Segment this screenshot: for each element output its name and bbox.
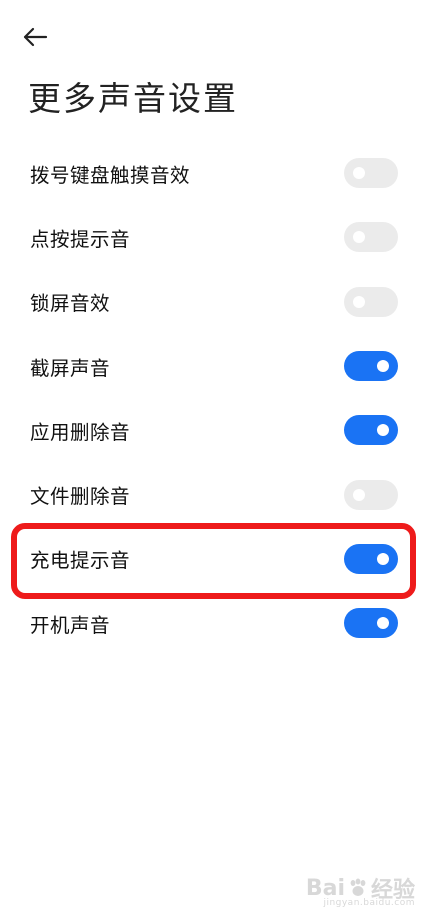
toggle-switch[interactable] [344,158,398,189]
setting-label: 充电提示音 [30,549,131,573]
setting-row-screenshot-sound[interactable]: 截屏声音 [0,334,427,398]
toggle-knob [353,488,365,501]
setting-label: 文件删除音 [30,485,131,509]
toggle-switch[interactable] [344,222,398,253]
watermark-brand: Bai [305,875,345,901]
toggle-knob [353,295,365,308]
watermark-url: jingyan.baidu.com [323,898,415,908]
setting-row-charging-sound[interactable]: 充电提示音 [0,527,427,591]
setting-label: 拨号键盘触摸音效 [30,163,191,187]
setting-label: 开机声音 [30,613,111,637]
setting-row-app-delete-sound[interactable]: 应用删除音 [0,398,427,462]
setting-row-dialpad-touch-sound[interactable]: 拨号键盘触摸音效 [0,141,427,205]
toggle-switch[interactable] [344,479,398,510]
settings-list: 拨号键盘触摸音效 点按提示音 锁屏音效 截屏声音 应用删除音 文件删除音 充电提… [0,141,427,655]
toggle-knob [377,617,389,630]
setting-label: 锁屏音效 [30,292,111,316]
toggle-knob [377,552,389,565]
toggle-knob [353,231,365,244]
arrow-left-icon [23,27,48,47]
toggle-knob [377,360,389,373]
watermark: Bai 经验 jingyan.baidu.com [305,872,415,909]
toggle-switch[interactable] [344,608,398,639]
toggle-switch[interactable] [344,286,398,317]
paw-icon [350,878,366,896]
toggle-switch[interactable] [344,415,398,446]
toggle-switch[interactable] [344,351,398,382]
setting-label: 截屏声音 [30,356,111,380]
page-title: 更多声音设置 [28,79,238,118]
toggle-knob [353,167,365,180]
setting-label: 点按提示音 [30,227,131,251]
setting-label: 应用删除音 [30,420,131,444]
setting-row-boot-sound[interactable]: 开机声音 [0,591,427,655]
toggle-switch[interactable] [344,543,398,574]
setting-row-lock-screen-sound[interactable]: 锁屏音效 [0,270,427,334]
setting-row-tap-sound[interactable]: 点按提示音 [0,205,427,269]
toggle-knob [377,424,389,437]
back-button[interactable] [22,20,62,54]
setting-row-file-delete-sound[interactable]: 文件删除音 [0,462,427,526]
